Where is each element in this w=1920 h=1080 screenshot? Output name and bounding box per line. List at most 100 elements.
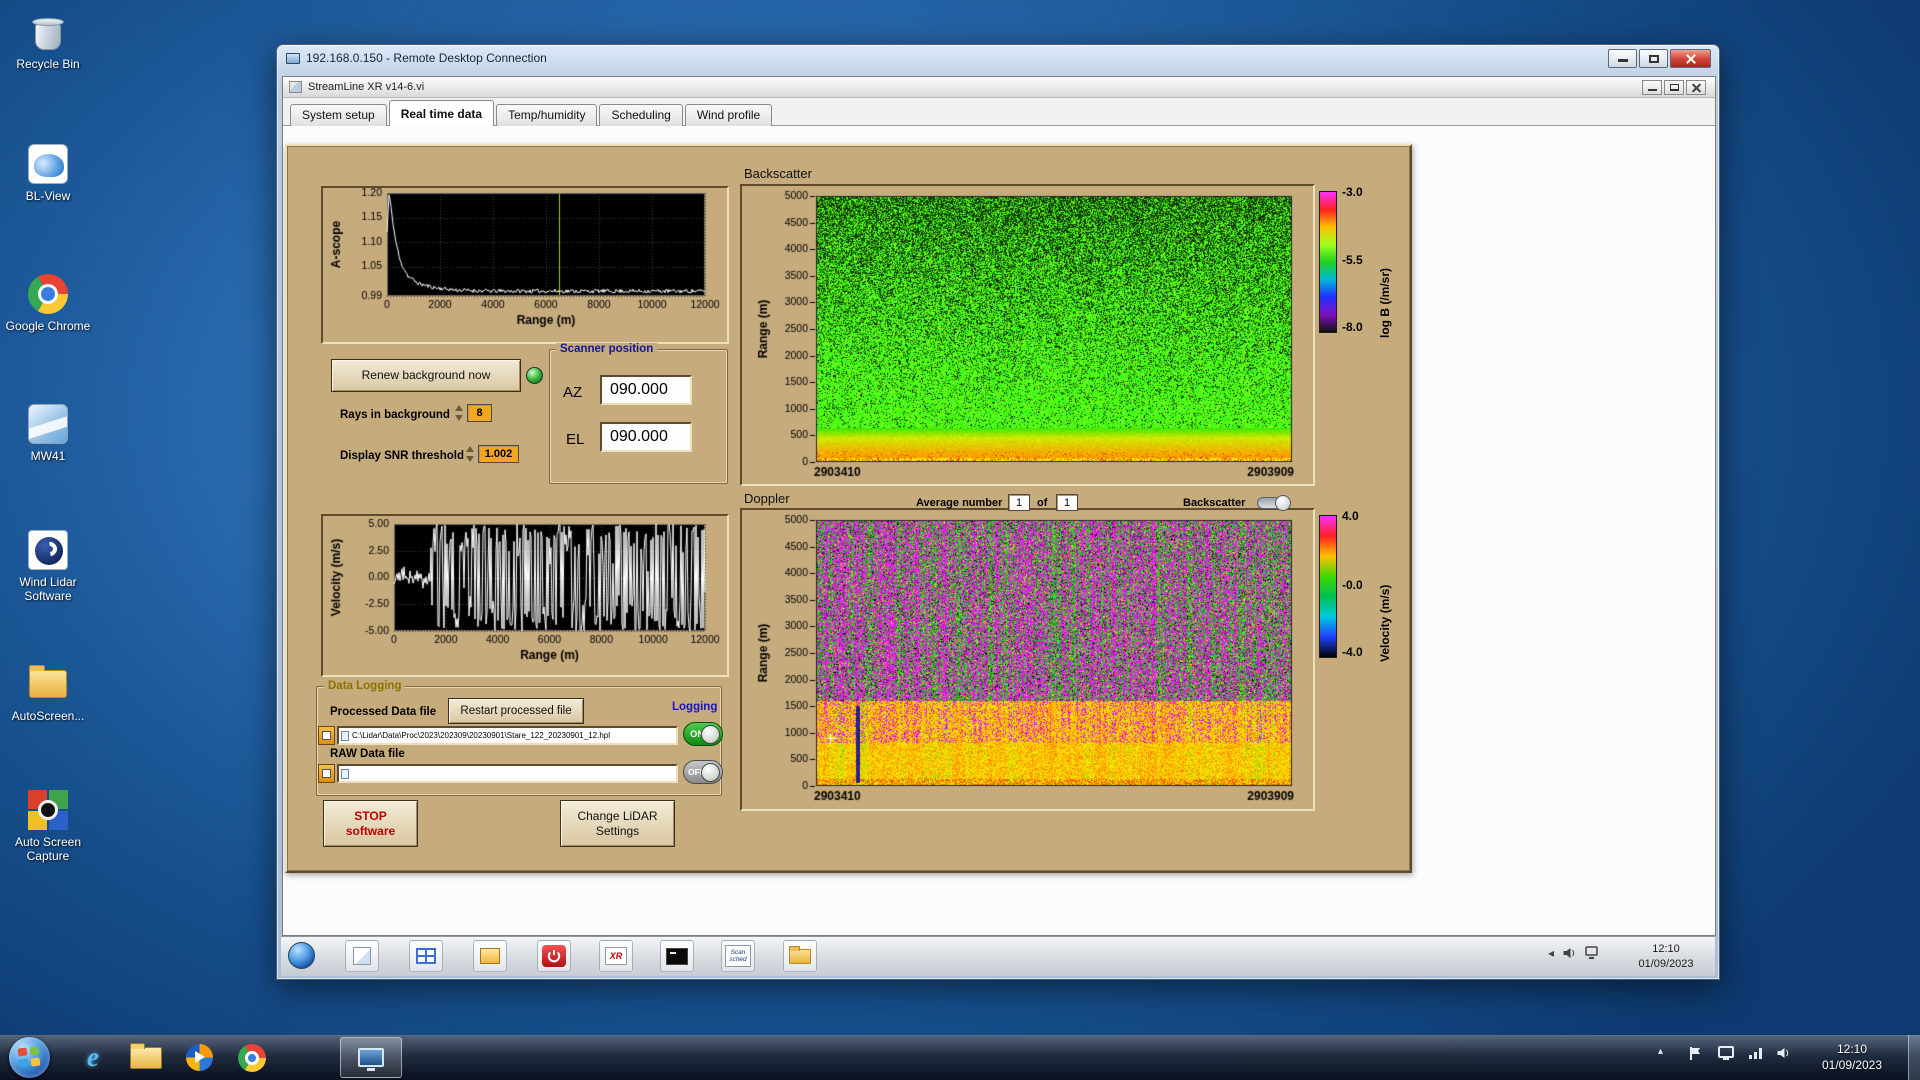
change-lidar-settings-button[interactable]: Change LiDAR Settings bbox=[560, 800, 675, 847]
internet-explorer-icon: e bbox=[87, 1042, 99, 1072]
desktop-icon-label: Wind Lidar Software bbox=[19, 575, 77, 603]
raw-logging-toggle[interactable]: OFF bbox=[683, 760, 723, 784]
notes-app-icon[interactable] bbox=[345, 940, 379, 972]
average-count-display: 1 bbox=[1056, 494, 1078, 511]
console-app-icon[interactable] bbox=[660, 940, 694, 972]
app-restore-button[interactable] bbox=[1664, 80, 1684, 95]
remote-desktop-icon bbox=[286, 53, 300, 64]
remote-clock[interactable]: 12:10 01/09/2023 bbox=[1626, 942, 1706, 972]
xr-app-icon[interactable]: XR bbox=[599, 940, 633, 972]
remote-start-button[interactable] bbox=[288, 942, 315, 969]
processed-path-browse-button[interactable] bbox=[318, 726, 335, 745]
taskbar-internet-explorer[interactable]: e bbox=[68, 1037, 118, 1078]
taskbar-clock[interactable]: 12:10 01/09/2023 bbox=[1800, 1041, 1904, 1073]
el-value-field[interactable]: 090.000 bbox=[600, 422, 692, 452]
processed-path-field[interactable]: C:\Lidar\Data\Proc\2023\202309\20230901\… bbox=[337, 726, 678, 745]
maximize-button[interactable] bbox=[1639, 49, 1668, 68]
raw-path-browse-button[interactable] bbox=[318, 764, 335, 783]
backscatter-heatmap[interactable] bbox=[742, 186, 1313, 484]
app-window-controls bbox=[1640, 80, 1706, 95]
app-titlebar bbox=[283, 77, 1715, 98]
backscatter-doppler-switch[interactable] bbox=[1257, 495, 1291, 511]
renew-background-button[interactable]: Renew background now bbox=[331, 359, 521, 392]
desktop-icon-label: Google Chrome bbox=[5, 319, 91, 333]
remote-tray-chevron-icon[interactable]: ◂ bbox=[1548, 946, 1554, 960]
processed-logging-toggle[interactable]: ON bbox=[683, 722, 723, 746]
desktop-icon-mw41[interactable]: MW41 bbox=[0, 402, 96, 463]
restart-processed-file-button[interactable]: Restart processed file bbox=[448, 698, 584, 724]
desktop: Recycle Bin BL-View Google Chrome MW41 W… bbox=[0, 0, 1920, 1080]
desktop-icon-label: MW41 bbox=[30, 449, 66, 463]
window-app-icon[interactable] bbox=[473, 940, 507, 972]
background-status-led bbox=[526, 367, 543, 384]
mw41-icon bbox=[26, 402, 70, 446]
snr-spinner[interactable] bbox=[466, 445, 475, 463]
desktop-icon-label: Recycle Bin bbox=[16, 57, 80, 71]
app-minimize-button[interactable] bbox=[1642, 80, 1662, 95]
app-close-button[interactable] bbox=[1686, 80, 1706, 95]
desktop-icon-bl-view[interactable]: BL-View bbox=[0, 142, 96, 203]
az-value-field[interactable]: 090.000 bbox=[600, 375, 692, 405]
tray-network-icon[interactable] bbox=[1748, 1046, 1764, 1060]
start-button[interactable] bbox=[9, 1037, 50, 1078]
doppler-heading: Doppler bbox=[744, 491, 790, 506]
close-button[interactable] bbox=[1670, 49, 1711, 68]
tab-system-setup[interactable]: System setup bbox=[290, 104, 387, 126]
tab-scheduling[interactable]: Scheduling bbox=[599, 104, 683, 126]
colorbar-tick: -4.0 bbox=[1342, 645, 1363, 659]
remote-folder-icon[interactable] bbox=[783, 940, 817, 972]
average-number-input[interactable]: 1 bbox=[1008, 494, 1030, 511]
raw-data-file-label: RAW Data file bbox=[330, 748, 405, 760]
doppler-colorbar-label: Velocity (m/s) bbox=[1378, 584, 1392, 662]
az-label: AZ bbox=[563, 384, 583, 401]
media-player-icon bbox=[185, 1044, 213, 1071]
scan-scheduler-icon[interactable]: Scan sched bbox=[721, 940, 755, 972]
desktop-icon-google-chrome[interactable]: Google Chrome bbox=[0, 272, 96, 333]
desktop-icon-auto-screen-capture[interactable]: Auto Screen Capture bbox=[0, 788, 96, 863]
taskbar-media-player[interactable] bbox=[174, 1037, 224, 1078]
app-window-title: StreamLine XR v14-6.vi bbox=[308, 81, 425, 93]
stop-software-button[interactable]: STOP software bbox=[323, 800, 418, 847]
tray-volume-icon[interactable] bbox=[1776, 1046, 1791, 1060]
velocity-plot[interactable] bbox=[323, 516, 727, 675]
taskbar-remote-desktop-active[interactable] bbox=[340, 1037, 402, 1078]
wind-lidar-icon bbox=[26, 528, 70, 572]
doppler-heatmap[interactable] bbox=[742, 510, 1313, 809]
snr-threshold-value[interactable]: 1.002 bbox=[478, 445, 519, 463]
scanner-position-group bbox=[549, 349, 728, 484]
show-desktop-button[interactable] bbox=[1908, 1035, 1920, 1080]
tray-action-center-icon[interactable] bbox=[1688, 1046, 1702, 1061]
colorbar-tick: -3.0 bbox=[1342, 185, 1363, 199]
remote-volume-icon[interactable] bbox=[1562, 946, 1577, 960]
desktop-icon-recycle-bin[interactable]: Recycle Bin bbox=[0, 10, 96, 71]
colorbar-tick: -0.0 bbox=[1342, 578, 1363, 592]
tab-temp-humidity[interactable]: Temp/humidity bbox=[496, 104, 598, 126]
desktop-icon-autoscreen[interactable]: AutoScreen... bbox=[0, 662, 96, 723]
minimize-button[interactable] bbox=[1608, 49, 1637, 68]
colorbar-tick: -5.5 bbox=[1342, 253, 1363, 267]
backscatter-colorbar-label: log B (/m/sr) bbox=[1378, 267, 1392, 338]
ascope-plot[interactable] bbox=[323, 188, 727, 342]
desktop-icon-label: Auto Screen Capture bbox=[14, 835, 82, 863]
desktop-icon-label: BL-View bbox=[25, 189, 71, 203]
remote-network-icon[interactable] bbox=[1585, 946, 1601, 960]
tab-real-time-data[interactable]: Real time data bbox=[388, 100, 495, 126]
taskbar-chrome[interactable] bbox=[227, 1037, 277, 1078]
grid-app-icon[interactable] bbox=[409, 940, 443, 972]
colorbar-tick: -8.0 bbox=[1342, 320, 1363, 334]
tab-wind-profile[interactable]: Wind profile bbox=[684, 104, 773, 126]
file-icon bbox=[341, 768, 349, 779]
desktop-icon-wind-lidar[interactable]: Wind Lidar Software bbox=[0, 528, 96, 603]
power-button-icon[interactable] bbox=[537, 940, 571, 972]
file-explorer-icon bbox=[130, 1042, 162, 1069]
rays-in-background-label: Rays in background bbox=[340, 409, 450, 421]
rays-in-background-value[interactable]: 8 bbox=[467, 404, 492, 422]
remote-desktop-icon bbox=[358, 1048, 384, 1071]
raw-path-field[interactable] bbox=[337, 764, 678, 783]
tray-expand[interactable]: ▴ bbox=[1658, 1046, 1663, 1057]
tray-display-icon[interactable] bbox=[1718, 1046, 1735, 1061]
rays-spinner[interactable] bbox=[455, 404, 464, 422]
screen-capture-icon bbox=[26, 788, 70, 832]
taskbar-file-explorer[interactable] bbox=[121, 1037, 171, 1078]
labview-app-icon bbox=[289, 81, 302, 93]
